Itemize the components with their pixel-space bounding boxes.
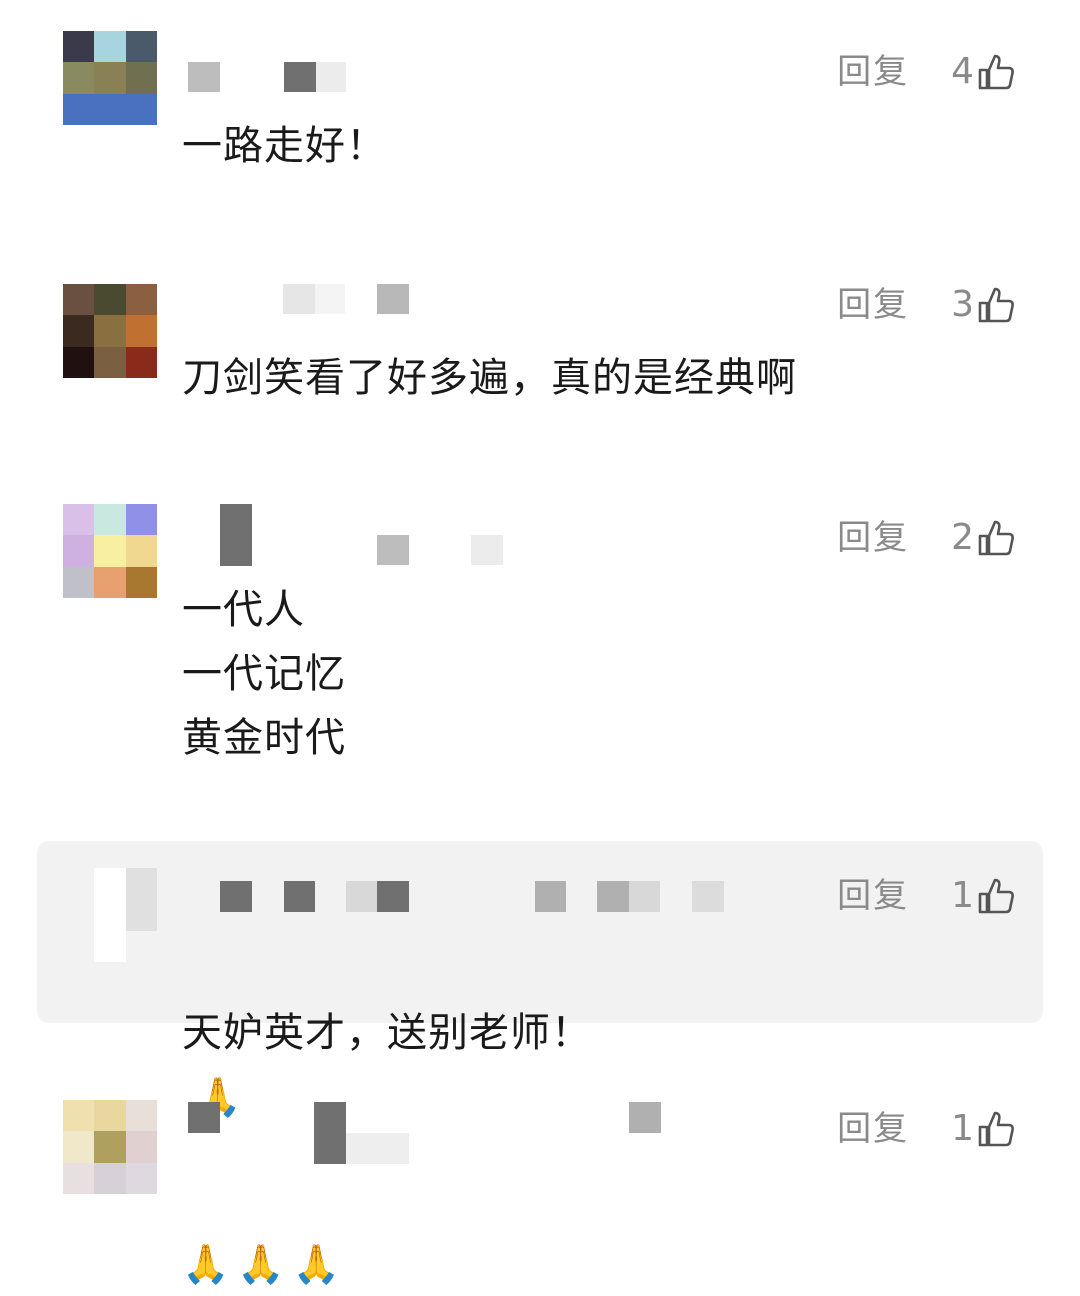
reply-button[interactable]: 回复	[837, 879, 909, 913]
avatar-pixel	[63, 930, 95, 962]
comment-actions: 回复 3	[837, 280, 1016, 330]
avatar-pixel	[125, 315, 157, 347]
thumbs-up-icon[interactable]	[976, 52, 1016, 92]
avatar-pixel	[63, 868, 95, 900]
avatar-pixel	[125, 346, 157, 378]
avatar-pixel	[63, 566, 95, 598]
reply-button[interactable]: 回复	[837, 288, 909, 322]
avatar-pixel	[125, 535, 157, 567]
comment-text: 刀剑笑看了好多遍，真的是经典啊	[182, 355, 797, 401]
reply-button[interactable]: 回复	[837, 55, 909, 89]
like-count: 4	[951, 51, 974, 92]
comment-actions: 回复 1	[837, 871, 1016, 921]
avatar-pixel	[125, 566, 157, 598]
thumbs-up-icon[interactable]	[976, 876, 1016, 916]
avatar[interactable]	[63, 504, 157, 598]
avatar-pixel	[94, 1100, 126, 1132]
avatar-pixel	[125, 62, 157, 94]
avatar-pixel	[63, 284, 95, 316]
avatar-pixel	[94, 1162, 126, 1194]
avatar[interactable]	[63, 31, 157, 125]
avatar-pixel	[125, 284, 157, 316]
avatar-pixel	[125, 504, 157, 536]
avatar-pixel	[63, 346, 95, 378]
avatar-pixel	[63, 62, 95, 94]
avatar-pixel	[94, 346, 126, 378]
folded-hands-emoji: 🙏🙏🙏	[182, 1242, 348, 1286]
avatar-pixel	[125, 31, 157, 63]
comment-actions: 回复 1	[837, 1104, 1016, 1154]
like-count: 1	[951, 1108, 974, 1149]
avatar[interactable]	[63, 284, 157, 378]
avatar-pixel	[125, 930, 157, 962]
comment-actions: 回复 2	[837, 513, 1016, 563]
reply-button[interactable]: 回复	[837, 1112, 909, 1146]
avatar-pixel	[94, 284, 126, 316]
avatar-pixel	[125, 899, 157, 931]
comment-text: 一路走好！	[182, 123, 387, 169]
avatar-pixel	[94, 315, 126, 347]
like-count: 1	[951, 875, 974, 916]
avatar-pixel	[94, 504, 126, 536]
comment-text: 一代人 一代记忆 黄金时代	[182, 587, 346, 761]
avatar-pixel	[94, 566, 126, 598]
reply-button[interactable]: 回复	[837, 521, 909, 555]
avatar[interactable]	[63, 1100, 157, 1194]
avatar-pixel	[125, 1131, 157, 1163]
avatar-pixel	[63, 31, 95, 63]
avatar-pixel	[125, 1162, 157, 1194]
like-count: 3	[951, 284, 974, 325]
avatar-pixel	[94, 1131, 126, 1163]
avatar-pixel	[94, 868, 126, 900]
avatar-pixel	[125, 93, 157, 125]
comment-actions: 回复 4	[837, 47, 1016, 97]
avatar-pixel	[94, 899, 126, 931]
avatar-pixel	[63, 504, 95, 536]
like-count: 2	[951, 517, 974, 558]
avatar-pixel	[63, 535, 95, 567]
avatar-pixel	[63, 1162, 95, 1194]
avatar-pixel	[63, 315, 95, 347]
comment-text: 天妒英才，送别老师！ 🙏	[182, 937, 592, 1129]
avatar-pixel	[63, 1131, 95, 1163]
comment-text-content: 天妒英才，送别老师！	[182, 1010, 592, 1056]
avatar-pixel	[94, 31, 126, 63]
avatar-pixel	[125, 868, 157, 900]
comment-emoji-row: 🙏🙏🙏	[182, 1168, 348, 1296]
avatar-pixel	[125, 1100, 157, 1132]
avatar-pixel	[63, 899, 95, 931]
avatar-pixel	[94, 535, 126, 567]
avatar[interactable]	[63, 868, 157, 962]
avatar-pixel	[94, 930, 126, 962]
thumbs-up-icon[interactable]	[976, 285, 1016, 325]
thumbs-up-icon[interactable]	[976, 1109, 1016, 1149]
avatar-pixel	[63, 93, 95, 125]
avatar-pixel	[94, 93, 126, 125]
avatar-pixel	[94, 62, 126, 94]
thumbs-up-icon[interactable]	[976, 518, 1016, 558]
avatar-pixel	[63, 1100, 95, 1132]
